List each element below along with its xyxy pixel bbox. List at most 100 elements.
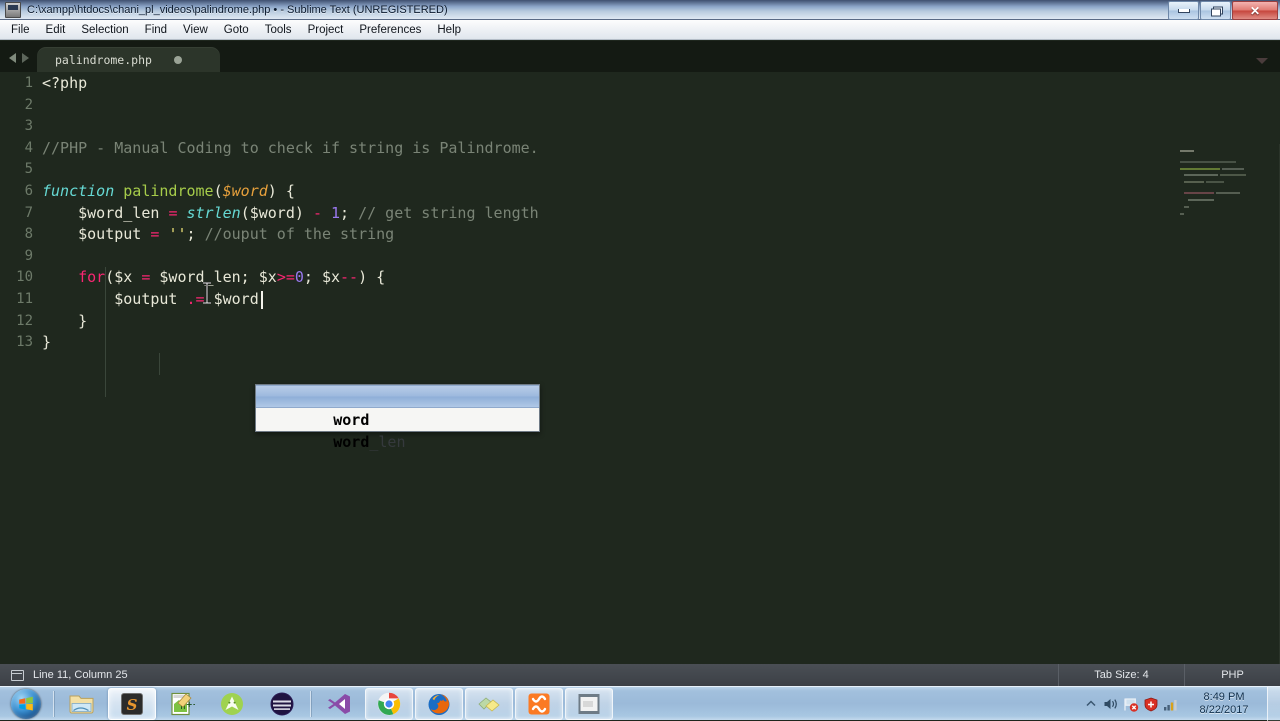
- action-center-flag-icon[interactable]: [1121, 687, 1141, 721]
- start-button[interactable]: [2, 688, 50, 720]
- taskbar-media-window[interactable]: [565, 687, 613, 720]
- code-token: function: [42, 181, 115, 200]
- code-content[interactable]: <?php //PHP - Manual Coding to check if …: [42, 72, 1280, 664]
- autocomplete-match-text: word: [333, 411, 370, 429]
- code-token: $word: [222, 181, 268, 200]
- toggle-panel-icon[interactable]: [11, 669, 24, 681]
- menu-file[interactable]: File: [3, 22, 38, 38]
- syntax-indicator[interactable]: PHP: [1184, 664, 1280, 686]
- code-token: $output: [42, 289, 187, 308]
- sublime-text-window: C:\xampp\htdocs\chani_pl_videos\palindro…: [0, 0, 1280, 721]
- clock-date: 8/22/2017: [1199, 704, 1249, 716]
- taskbar-google-chrome[interactable]: [365, 687, 413, 720]
- taskbar-xampp-control-panel[interactable]: [515, 687, 563, 720]
- tab-overflow-chevron-down-icon[interactable]: [1256, 58, 1268, 64]
- scroll-left-icon[interactable]: [9, 53, 16, 63]
- code-line[interactable]: $word_len = strlen($word) - 1; // get st…: [42, 203, 1280, 225]
- taskbar-sublime-text[interactable]: S: [108, 687, 156, 720]
- autocomplete-item-word[interactable]: word: [256, 385, 539, 429]
- taskbar-dark-circle-app[interactable]: [258, 688, 306, 720]
- restore-icon: [1210, 6, 1223, 16]
- svg-text:S: S: [127, 696, 138, 714]
- code-line[interactable]: $output = ''; //ouput of the string: [42, 224, 1280, 246]
- menu-selection[interactable]: Selection: [73, 22, 136, 38]
- menu-goto[interactable]: Goto: [216, 22, 257, 38]
- code-token: ($x: [105, 268, 142, 287]
- google-chrome-icon: [377, 692, 401, 715]
- line-number: 13: [16, 334, 33, 351]
- code-token: '': [168, 225, 187, 244]
- menu-bar: File Edit Selection Find View Goto Tools…: [0, 20, 1280, 40]
- code-token: 1: [331, 203, 341, 222]
- tab-size-indicator[interactable]: Tab Size: 4: [1058, 664, 1184, 686]
- line-number: 9: [24, 247, 33, 264]
- code-token: //ouput of the string: [204, 225, 395, 244]
- folder-explorer-icon: [69, 695, 94, 713]
- code-token: ;: [340, 203, 359, 222]
- close-button[interactable]: ✕: [1232, 1, 1278, 20]
- line-number: 11: [16, 290, 33, 307]
- taskbar-android-studio[interactable]: [208, 688, 256, 720]
- code-token: --: [340, 268, 359, 287]
- code-token: -: [312, 203, 322, 222]
- show-desktop-button[interactable]: [1267, 687, 1280, 721]
- menu-preferences[interactable]: Preferences: [351, 22, 429, 38]
- code-line[interactable]: [42, 95, 1280, 117]
- code-line[interactable]: for($x = $word_len; $x>=0; $x--) {: [42, 267, 1280, 289]
- security-shield-icon[interactable]: [1141, 687, 1161, 721]
- taskbar-mozilla-firefox[interactable]: [415, 687, 463, 720]
- code-token: palindrome: [123, 181, 214, 200]
- windows-taskbar: S ||++: [0, 686, 1280, 721]
- network-signal-icon[interactable]: [1161, 687, 1181, 721]
- code-token: $word_len: [42, 203, 169, 222]
- notepad-plus-plus-icon: ||++: [171, 692, 195, 715]
- line-number: 2: [24, 96, 33, 113]
- code-line[interactable]: [42, 116, 1280, 138]
- restore-button[interactable]: [1200, 1, 1231, 20]
- code-line[interactable]: [42, 246, 1280, 268]
- editor-area[interactable]: 1 2 3 4 5 6 7 8 9 10 11 12 13 <?php //PH…: [0, 72, 1280, 664]
- code-line[interactable]: $output .= $word: [42, 289, 1280, 311]
- unsaved-changes-dot: [173, 55, 182, 64]
- close-icon: ✕: [1249, 3, 1261, 18]
- code-line[interactable]: <?php: [42, 73, 1280, 95]
- taskbar-notepad-plus-plus[interactable]: ||++: [158, 688, 206, 720]
- windows-start-orb-icon: [11, 688, 41, 719]
- taskbar-visual-studio[interactable]: [315, 688, 363, 720]
- media-window-icon: [578, 693, 600, 714]
- code-line[interactable]: }: [42, 332, 1280, 354]
- menu-tools[interactable]: Tools: [257, 22, 300, 38]
- scroll-right-icon[interactable]: [22, 53, 29, 63]
- autocomplete-match-text: word: [333, 433, 370, 451]
- autocomplete-rest-text: _len: [369, 433, 406, 451]
- show-hidden-icons-chevron-up-icon[interactable]: [1081, 687, 1101, 721]
- minimize-button[interactable]: [1168, 1, 1199, 20]
- menu-edit[interactable]: Edit: [38, 22, 74, 38]
- volume-speaker-icon[interactable]: [1101, 687, 1121, 721]
- code-minimap[interactable]: [1162, 144, 1280, 664]
- menu-find[interactable]: Find: [137, 22, 175, 38]
- tab-palindrome-php[interactable]: palindrome.php: [37, 47, 220, 72]
- taskbar-sticky-notes[interactable]: [465, 687, 513, 720]
- menu-help[interactable]: Help: [429, 22, 469, 38]
- code-token: 0: [294, 268, 304, 287]
- taskbar-explorer[interactable]: [58, 688, 106, 720]
- dark-circle-app-icon: [270, 692, 294, 715]
- menu-project[interactable]: Project: [300, 22, 352, 38]
- visual-studio-icon: [328, 693, 350, 714]
- taskbar-clock[interactable]: 8:49 PM 8/22/2017: [1181, 691, 1267, 717]
- code-line[interactable]: [42, 159, 1280, 181]
- line-number: 6: [24, 182, 33, 199]
- code-line[interactable]: }: [42, 311, 1280, 333]
- code-line[interactable]: function palindrome($word) {: [42, 181, 1280, 203]
- autocomplete-popup[interactable]: word word_len: [255, 384, 540, 451]
- line-number: 3: [24, 118, 33, 135]
- system-tray: 8:49 PM 8/22/2017: [1081, 687, 1280, 721]
- mozilla-firefox-icon: [428, 693, 450, 715]
- code-line[interactable]: //PHP - Manual Coding to check if string…: [42, 138, 1280, 160]
- code-token: $word: [204, 289, 259, 308]
- menu-view[interactable]: View: [175, 22, 216, 38]
